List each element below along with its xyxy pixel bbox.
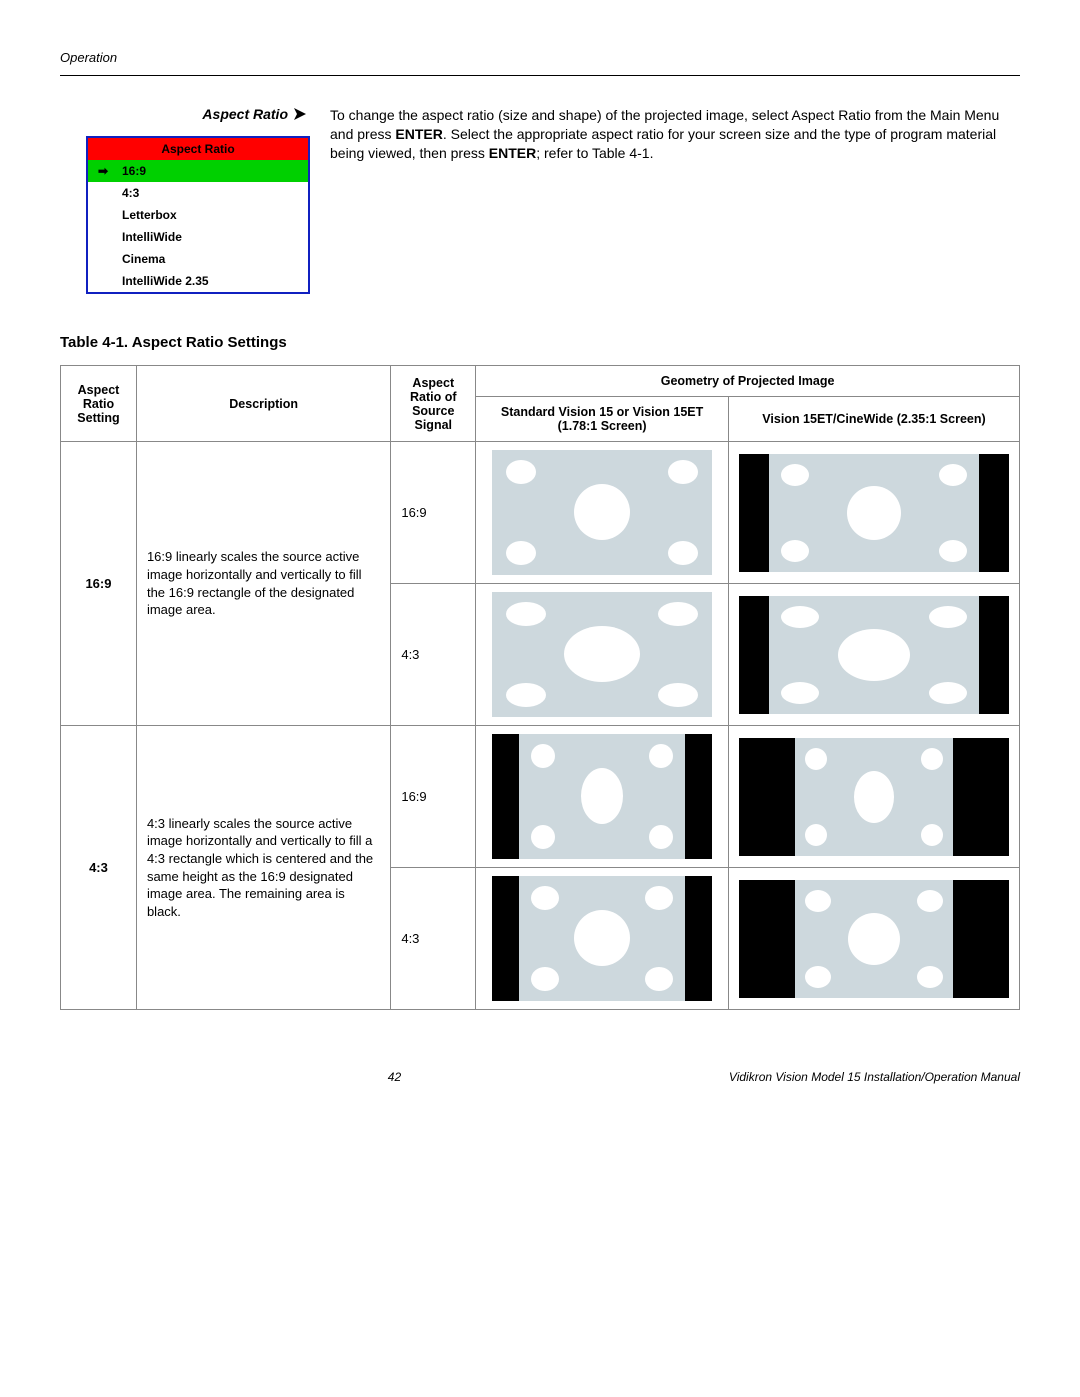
table-row: 4:3 4:3 linearly scales the source activ…	[61, 726, 1020, 868]
setting-16-9: 16:9	[61, 442, 137, 726]
intro-enter-1: ENTER	[395, 126, 442, 142]
projection-diagram	[739, 880, 1009, 998]
aspect-ratio-table: Aspect Ratio Setting Description Aspect …	[60, 365, 1020, 1010]
geom-cell	[728, 726, 1019, 868]
aspect-ratio-label-text: Aspect Ratio	[202, 106, 288, 122]
col-standard: Standard Vision 15 or Vision 15ET (1.78:…	[476, 397, 729, 442]
desc-4-3: 4:3 linearly scales the source active im…	[136, 726, 390, 1010]
col-description: Description	[136, 366, 390, 442]
menu-item-intelliwide[interactable]: IntelliWide	[88, 226, 308, 248]
side-block: Aspect Ratio Aspect Ratio 16:9 4:3 Lette…	[60, 106, 310, 294]
menu-item-intelliwide-235[interactable]: IntelliWide 2.35	[88, 270, 308, 292]
header-rule	[60, 75, 1020, 76]
menu-item-cinema[interactable]: Cinema	[88, 248, 308, 270]
intro-text-3: ; refer to Table 4-1.	[536, 145, 653, 161]
sig-16-9-a: 16:9	[391, 442, 476, 584]
projection-diagram	[492, 450, 712, 575]
aspect-ratio-menu: Aspect Ratio 16:9 4:3 Letterbox IntelliW…	[86, 136, 310, 294]
menu-item-letterbox[interactable]: Letterbox	[88, 204, 308, 226]
intro-enter-2: ENTER	[489, 145, 536, 161]
sig-16-9-b: 4:3	[391, 584, 476, 726]
projection-diagram	[492, 876, 712, 1001]
col-cinewide: Vision 15ET/CineWide (2.35:1 Screen)	[728, 397, 1019, 442]
menu-item-16-9[interactable]: 16:9	[88, 160, 308, 182]
projection-diagram	[739, 596, 1009, 714]
sig-4-3-b: 4:3	[391, 868, 476, 1010]
table-row: 16:9 16:9 linearly scales the source act…	[61, 442, 1020, 584]
table-title: Table 4-1. Aspect Ratio Settings	[60, 334, 1020, 351]
geom-cell	[728, 868, 1019, 1010]
page-number: 42	[60, 1070, 729, 1084]
col-geometry: Geometry of Projected Image	[476, 366, 1020, 397]
projection-diagram	[492, 734, 712, 859]
section-header: Operation	[60, 50, 1020, 65]
geom-cell	[476, 726, 729, 868]
intro-row: Aspect Ratio Aspect Ratio 16:9 4:3 Lette…	[60, 106, 1020, 294]
geom-cell	[728, 584, 1019, 726]
projection-diagram	[739, 454, 1009, 572]
col-setting: Aspect Ratio Setting	[61, 366, 137, 442]
geom-cell	[476, 584, 729, 726]
page-footer: 42 Vidikron Vision Model 15 Installation…	[60, 1070, 1020, 1084]
manual-title: Vidikron Vision Model 15 Installation/Op…	[729, 1070, 1020, 1084]
geom-cell	[728, 442, 1019, 584]
arrowhead-icon	[294, 108, 310, 120]
aspect-ratio-label: Aspect Ratio	[60, 106, 310, 122]
geom-cell	[476, 442, 729, 584]
projection-diagram	[739, 738, 1009, 856]
menu-header: Aspect Ratio	[88, 138, 308, 160]
geom-cell	[476, 868, 729, 1010]
intro-paragraph: To change the aspect ratio (size and sha…	[330, 106, 1020, 163]
menu-item-4-3[interactable]: 4:3	[88, 182, 308, 204]
sig-4-3-a: 16:9	[391, 726, 476, 868]
desc-16-9: 16:9 linearly scales the source active i…	[136, 442, 390, 726]
setting-4-3: 4:3	[61, 726, 137, 1010]
col-source-signal: Aspect Ratio of Source Signal	[391, 366, 476, 442]
projection-diagram	[492, 592, 712, 717]
